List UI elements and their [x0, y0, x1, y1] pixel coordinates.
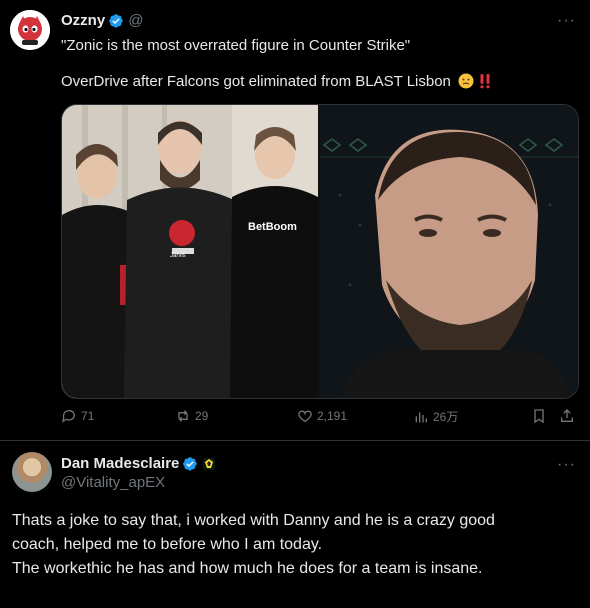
reply-header: Dan Madesclaire [61, 455, 217, 473]
media-photo-right[interactable] [320, 105, 578, 398]
post-text: "Zonic is the most overrated figure in C… [61, 36, 571, 92]
repost-icon [178, 410, 188, 422]
heart-icon [298, 410, 312, 423]
post-header: Ozzny @ [61, 12, 143, 29]
reply-text-line1: Thats a joke to say that, i worked with … [12, 512, 495, 529]
jersey-sponsor-text: BetBoom [248, 221, 297, 233]
main-post: Ozzny @ ··· "Zonic is the most overrated… [0, 0, 590, 440]
bookmark-button[interactable] [531, 408, 551, 424]
author-name[interactable]: Ozzny [61, 12, 105, 29]
more-options-button[interactable]: ··· [557, 12, 576, 30]
share-button[interactable] [559, 408, 579, 424]
bookmark-icon [534, 409, 544, 424]
post-text-line2: OverDrive after Falcons got eliminated f… [61, 72, 571, 92]
repost-count: 29 [195, 409, 209, 423]
verified-badge-icon [109, 13, 124, 28]
like-count: 2,191 [317, 409, 348, 423]
reply-icon [62, 410, 75, 423]
team-affiliation-badge-icon[interactable] [201, 456, 217, 472]
mascot-avatar-icon [10, 10, 50, 50]
post-actions: 71 29 2,191 26万 [61, 408, 577, 430]
views-count: 26万 [433, 410, 459, 424]
reply-author-name[interactable]: Dan Madesclaire [61, 455, 179, 473]
post-text-line1: "Zonic is the most overrated figure in C… [61, 37, 411, 54]
face-emoji-icon [458, 73, 474, 89]
reply-more-options-button[interactable]: ··· [557, 456, 576, 474]
reply-button[interactable]: 71 [61, 408, 94, 424]
media-photo-left[interactable]: BetBoom Jarvis [62, 105, 318, 398]
group-photo-illustration: BetBoom Jarvis [62, 105, 318, 398]
reply-count: 71 [81, 409, 95, 423]
like-button[interactable]: 2,191 [297, 408, 347, 424]
post-divider [0, 440, 590, 441]
verified-badge-icon [183, 457, 198, 471]
share-icon [561, 409, 573, 422]
author-avatar[interactable] [10, 10, 50, 50]
reply-author-handle[interactable]: @Vitality_apEX [61, 474, 165, 491]
hoodie-text: Jarvis [170, 253, 186, 259]
portrait-photo-illustration [320, 105, 578, 398]
repost-button[interactable]: 29 [175, 408, 208, 424]
post-text-line2-body: OverDrive after Falcons got eliminated f… [61, 73, 451, 90]
reply-author-avatar[interactable] [12, 452, 52, 492]
author-handle[interactable]: @ [128, 12, 143, 29]
reply-text: Thats a joke to say that, i worked with … [12, 509, 572, 581]
views-bar-chart-icon [415, 411, 427, 422]
reply-text-line2: coach, helped me to before who I am toda… [12, 536, 323, 553]
double-exclamation-icon [480, 74, 490, 89]
post-media[interactable]: BetBoom Jarvis [61, 104, 579, 399]
views-button[interactable]: 26万 [413, 408, 458, 425]
reply-text-line3: The workethic he has and how much he doe… [12, 560, 483, 577]
